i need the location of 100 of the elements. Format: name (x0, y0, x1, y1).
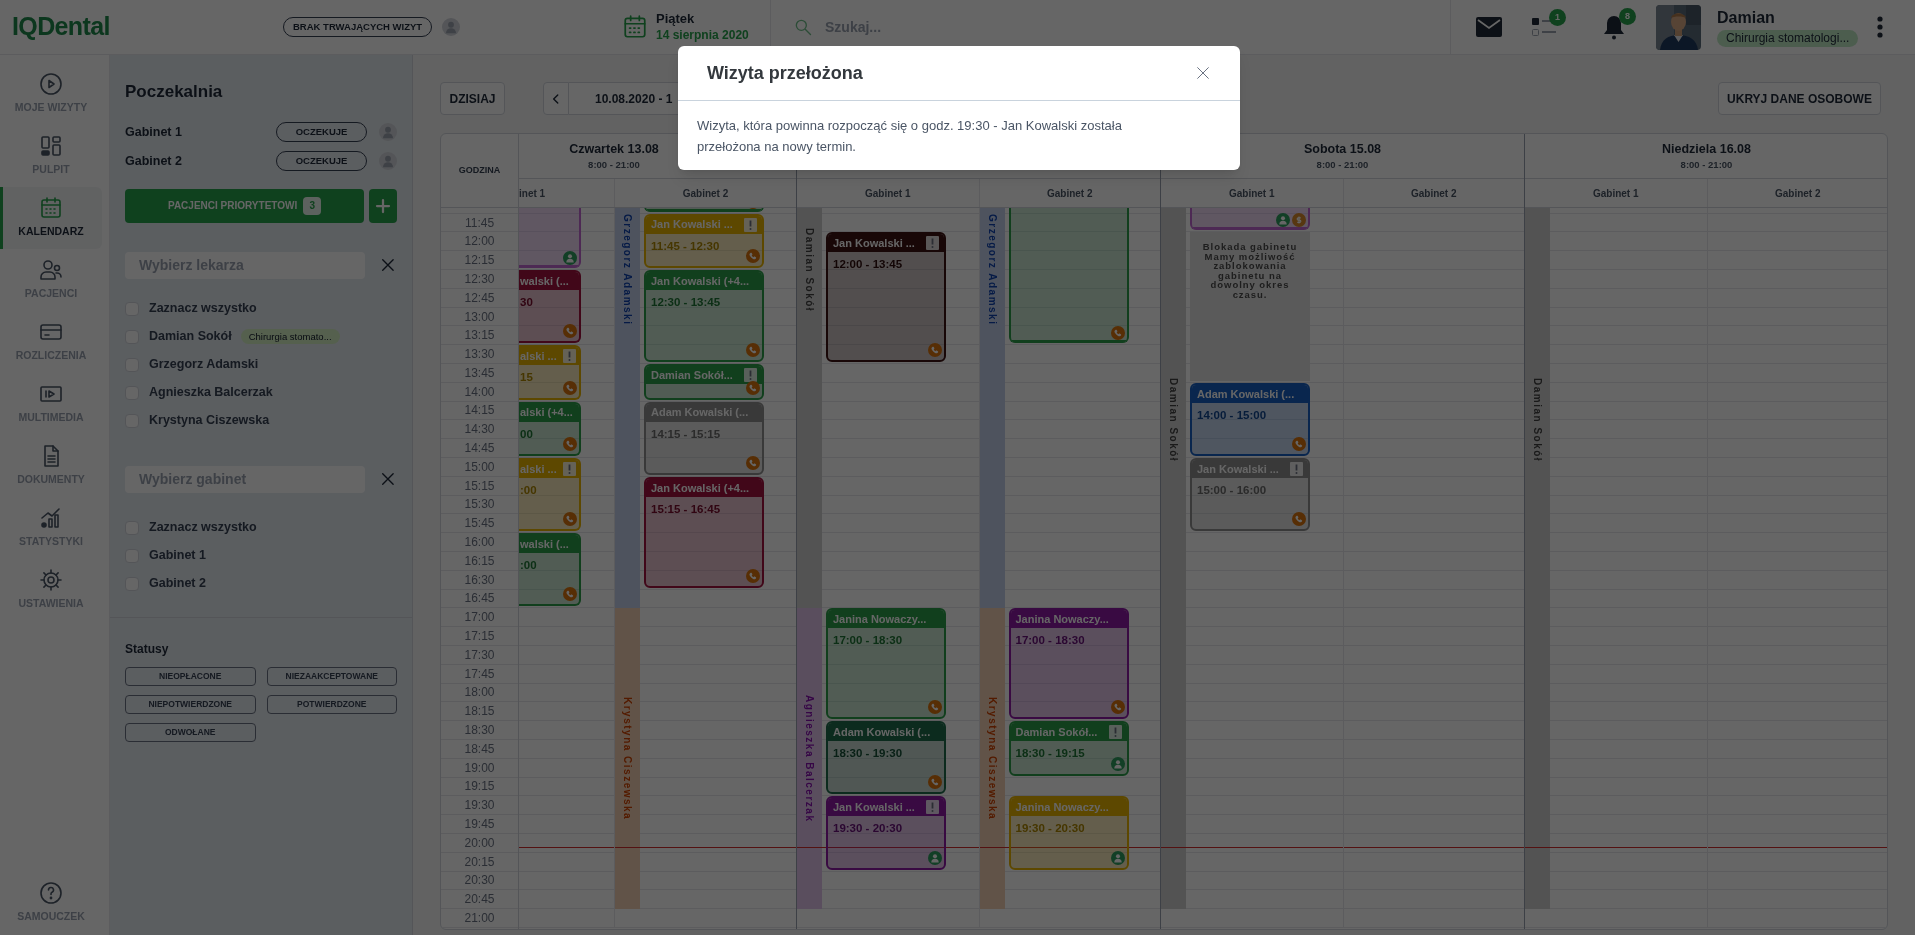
time-label: 20:45 (464, 891, 495, 909)
status-filter-button[interactable]: POTWIERDZONE (266, 694, 397, 714)
today-button[interactable]: DZISIAJ (440, 82, 505, 115)
status-filter-button[interactable]: NIEZAAKCEPTOWANE (266, 666, 397, 686)
time-label: 15:30 (464, 496, 495, 514)
time-label: 19:15 (464, 778, 495, 796)
panel-title: Poczekalnia (125, 81, 224, 103)
appointment-time: 12:00 - 13:45 (832, 257, 904, 273)
time-label: 14:00 (464, 383, 495, 401)
dialog-message: Wizyta, która powinna rozpocząć się o godz. 19:30 - Jan Kowalski została przełożona na nowy termin. (697, 117, 1123, 156)
checkbox-label[interactable]: Damian Sokół (149, 327, 232, 346)
day-title: Niedziela 16.08 (1662, 140, 1751, 158)
patient-name: Janina Nowaczy... (1015, 800, 1109, 816)
time-label: 14:45 (464, 440, 495, 458)
weekday-label: Piątek (656, 11, 696, 28)
appointment-time: 11:45 - 12:30 (650, 238, 721, 254)
day-hours: 8:00 - 21:00 (1316, 158, 1369, 173)
checkbox-label[interactable]: Agnieszka Balcerzak (149, 383, 273, 402)
room-column-header: Gabinet 2 (1706, 179, 1887, 207)
time-label: 12:45 (464, 289, 495, 307)
time-label: 13:30 (464, 346, 495, 364)
patient-name: Jan Kowalski ... (833, 800, 915, 816)
appointment-time: 15 (519, 370, 534, 386)
patient-name: Jan Kowalski (+4... (651, 273, 750, 289)
appointment-time: 30 (519, 295, 534, 310)
priority-patients-button[interactable]: PACJENCI PRIORYTETOWI 3 (125, 188, 365, 223)
appointment-time: 17:00 - 18:30 (832, 633, 904, 649)
play-icon (39, 72, 63, 97)
patient-name: Jan Kowalski (+4... (651, 480, 750, 496)
date-label: 14 sierpnia 2020 (656, 27, 749, 43)
appointment-time: 19:30 - 20:30 (832, 821, 904, 837)
dialog-title: Wizyta przełożona (707, 61, 863, 85)
time-label: 18:45 (464, 740, 495, 758)
checkbox-label[interactable]: Gabinet 2 (149, 574, 206, 593)
dashboard-icon (39, 134, 63, 159)
patient-name: Damian Sokół... (651, 367, 733, 383)
appointment-time: 19:30 - 20:30 (1014, 821, 1086, 837)
task-list-icon[interactable] (1532, 15, 1558, 39)
add-button[interactable] (369, 188, 397, 223)
time-label: 17:00 (464, 609, 495, 627)
chart-icon (39, 506, 63, 531)
time-label: 16:45 (464, 590, 495, 608)
section-title: Statusy (125, 640, 170, 658)
day-title: Czwartek 13.08 (569, 140, 659, 158)
user-icon (442, 18, 461, 36)
date-range: 10.08.2020 - 1 (595, 90, 673, 108)
hide-personal-data-button[interactable]: UKRYJ DANE OSOBOWE (1718, 82, 1881, 115)
time-label: 20:15 (464, 853, 495, 871)
patient-name: alski (+4... (520, 405, 573, 421)
app-logo[interactable]: IQDental (12, 8, 110, 46)
status-filter-button[interactable]: NIEPOTWIERDZONE (125, 694, 256, 714)
bell-icon[interactable] (1602, 14, 1626, 40)
status-filter-button[interactable]: ODWOŁANE (125, 722, 256, 742)
checkbox-label[interactable]: Zaznacz wszystko (149, 299, 257, 318)
appointment-time: 15:15 - 16:45 (650, 501, 722, 517)
time-label: 18:00 (464, 684, 495, 702)
time-label: 16:15 (464, 552, 495, 570)
doctor-name: Grzegorz Adamski (985, 214, 999, 326)
appointment-time: 12:30 - 13:45 (650, 295, 722, 310)
more-icon[interactable] (1877, 16, 1883, 38)
user-icon (379, 152, 397, 170)
time-label: 17:15 (464, 628, 495, 646)
count-badge: 1 (1549, 9, 1566, 26)
time-label: 19:00 (464, 759, 495, 777)
time-label: 16:30 (464, 571, 495, 589)
checkbox-label[interactable]: Zaznacz wszystko (149, 518, 257, 537)
doctor-name: Agnieszka Balcerzak (803, 695, 816, 823)
nav-item[interactable]: KALENDARZ (0, 187, 102, 249)
close-icon (379, 256, 397, 274)
doctor-name: Damian Sokół (803, 227, 816, 313)
checkbox-label[interactable]: Krystyna Ciszewska (149, 411, 270, 430)
patient-name: Janina Nowaczy... (1015, 612, 1109, 628)
settings-icon (39, 568, 63, 593)
patient-name: walski (... (520, 273, 569, 289)
patient-name: walski (... (520, 536, 569, 552)
status-filter-button[interactable]: NIEOPŁACONE (125, 666, 256, 686)
previous-button[interactable] (543, 82, 569, 115)
close-button[interactable] (1195, 65, 1211, 81)
search-icon (793, 17, 813, 37)
mail-icon[interactable] (1476, 17, 1502, 37)
patient-name: Adam Kowalski (... (1197, 386, 1295, 402)
appointment-time: :00 (519, 483, 538, 498)
role-tag: Chirurgia stomatologi... (1717, 29, 1859, 47)
time-label: 13:45 (464, 364, 495, 382)
user-icon (379, 123, 397, 141)
room-name: Gabinet 2 (125, 152, 182, 170)
close-icon (379, 470, 397, 488)
time-label: 13:15 (464, 327, 495, 345)
appointment-time: 18:30 - 19:15 (1014, 746, 1086, 762)
close-icon (1195, 65, 1211, 81)
time-label: 14:30 (464, 421, 495, 439)
appointment-time: 14:00 - 15:00 (1196, 407, 1268, 423)
appointment-time: 00 (519, 426, 534, 442)
checkbox-label[interactable]: Gabinet 1 (149, 546, 206, 565)
checkbox-label[interactable]: Grzegorz Adamski (149, 355, 259, 374)
patient-name: Janina Nowaczy... (833, 612, 927, 628)
doctor-name: Grzegorz Adamski (621, 214, 634, 326)
appointment-time: 18:30 - 19:30 (832, 746, 904, 762)
count-badge: 8 (1619, 8, 1636, 25)
appointment-time: :00 (519, 558, 538, 574)
